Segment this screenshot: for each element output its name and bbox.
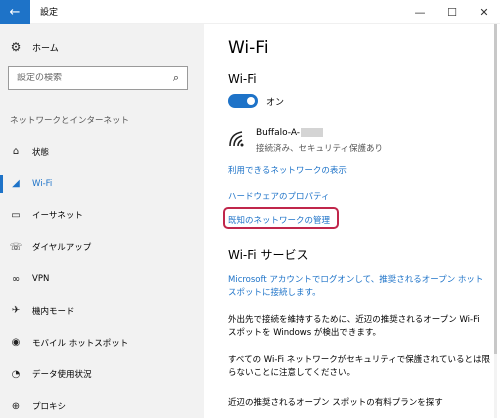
sidebar-item-label: データ使用状況: [32, 370, 92, 381]
connected-network[interactable]: Buffalo-A- 接続済み、セキュリティ保護あり: [228, 128, 488, 158]
sidebar-nav: ⌂ 状態 ◢ Wi-Fi ▭ イーサネット ☏ ダイヤルアップ ∞ VPN ✈ …: [0, 136, 204, 418]
manage-known-networks-link[interactable]: 既知のネットワークの管理: [228, 214, 330, 226]
sidebar-item-label: イーサネット: [32, 211, 83, 222]
sidebar-item-ethernet[interactable]: ▭ イーサネット: [0, 200, 204, 232]
close-button[interactable]: ✕: [468, 0, 500, 24]
wifi-toggle[interactable]: [228, 94, 258, 108]
sidebar-item-data-usage[interactable]: ◔ データ使用状況: [0, 359, 204, 391]
scrollbar[interactable]: [494, 24, 497, 418]
ssid-text: Buffalo-A-: [256, 128, 301, 138]
ethernet-icon: ▭: [11, 209, 21, 221]
section-title: ネットワークとインターネット: [10, 116, 130, 126]
sidebar-item-dialup[interactable]: ☏ ダイヤルアップ: [0, 231, 204, 263]
phone-icon: ☏: [9, 241, 23, 253]
sidebar-item-wifi[interactable]: ◢ Wi-Fi: [0, 168, 204, 200]
toggle-state-label: オン: [266, 98, 285, 108]
maximize-button[interactable]: ☐: [436, 0, 468, 24]
title-bar: ← 設定 — ☐ ✕: [0, 0, 500, 24]
search-box: ⌕: [8, 66, 188, 90]
sidebar-item-label: ダイヤルアップ: [32, 243, 92, 254]
close-icon: ✕: [479, 5, 489, 19]
wifi-services-heading: Wi-Fi サービス: [228, 248, 309, 262]
minimize-icon: —: [414, 5, 426, 19]
sidebar-item-vpn[interactable]: ∞ VPN: [0, 263, 204, 295]
window-title: 設定: [40, 8, 59, 18]
hotspot-icon: ◉: [11, 337, 21, 349]
wifi-signal-icon: [229, 131, 244, 147]
search-icon[interactable]: ⌕: [165, 71, 187, 85]
sidebar-item-label: Wi-Fi: [32, 178, 53, 189]
main-content: Wi-Fi Wi-Fi オン Buffalo-A- 接続済み、セキュリティ保護あ…: [204, 24, 500, 418]
sidebar-item-label: 機内モード: [32, 306, 75, 317]
sidebar-item-proxy[interactable]: ⊕ プロキシ: [0, 390, 204, 418]
back-button[interactable]: ←: [0, 0, 30, 24]
back-arrow-icon: ←: [9, 4, 21, 20]
sidebar-item-label: モバイル ホットスポット: [32, 338, 129, 349]
network-ssid: Buffalo-A-: [256, 128, 324, 138]
sidebar-item-status[interactable]: ⌂ 状態: [0, 136, 204, 168]
wifi-icon: ◢: [12, 178, 20, 190]
sidebar-item-label: VPN: [32, 274, 50, 285]
gear-icon: ⚙: [10, 40, 22, 54]
home-label: ホーム: [32, 43, 59, 54]
sidebar: ⚙ ホーム ⌕ ネットワークとインターネット ⌂ 状態 ◢ Wi-Fi ▭ イー…: [0, 24, 204, 418]
hardware-properties-link[interactable]: ハードウェアのプロパティ: [228, 190, 330, 202]
globe-icon: ⊕: [11, 400, 21, 412]
airplane-icon: ✈: [11, 305, 21, 317]
sidebar-item-hotspot[interactable]: ◉ モバイル ホットスポット: [0, 327, 204, 359]
sidebar-home[interactable]: ⚙ ホーム: [0, 36, 204, 58]
hotspot-description: 外出先で接続を維持するために、近辺の推奨されるオープン Wi-Fi スポットを …: [228, 315, 480, 338]
sidebar-item-label: 状態: [32, 147, 50, 158]
wifi-heading: Wi-Fi: [228, 72, 257, 86]
show-available-networks-link[interactable]: 利用できるネットワークの表示: [228, 164, 347, 176]
page-title: Wi-Fi: [228, 38, 269, 58]
search-input[interactable]: [9, 73, 165, 83]
paid-plans-text: 近辺の推奨されるオープン スポットの有料プランを探す: [228, 398, 443, 408]
vpn-icon: ∞: [11, 273, 21, 285]
maximize-icon: ☐: [447, 5, 457, 19]
ssid-redaction: [301, 128, 324, 137]
security-notice: すべての Wi-Fi ネットワークがセキュリティで保護されているとは限らないこと…: [228, 355, 490, 378]
scrollbar-thumb[interactable]: [494, 24, 497, 354]
sidebar-item-airplane-mode[interactable]: ✈ 機内モード: [0, 295, 204, 327]
microsoft-account-hotspot-link[interactable]: Microsoft アカウントでログオンして、推奨されるオープン ホットスポット…: [228, 274, 490, 300]
data-usage-icon: ◔: [11, 368, 21, 380]
minimize-button[interactable]: —: [404, 0, 436, 24]
sidebar-item-label: プロキシ: [32, 402, 67, 413]
home-status-icon: ⌂: [12, 146, 20, 158]
network-status: 接続済み、セキュリティ保護あり: [256, 144, 383, 154]
